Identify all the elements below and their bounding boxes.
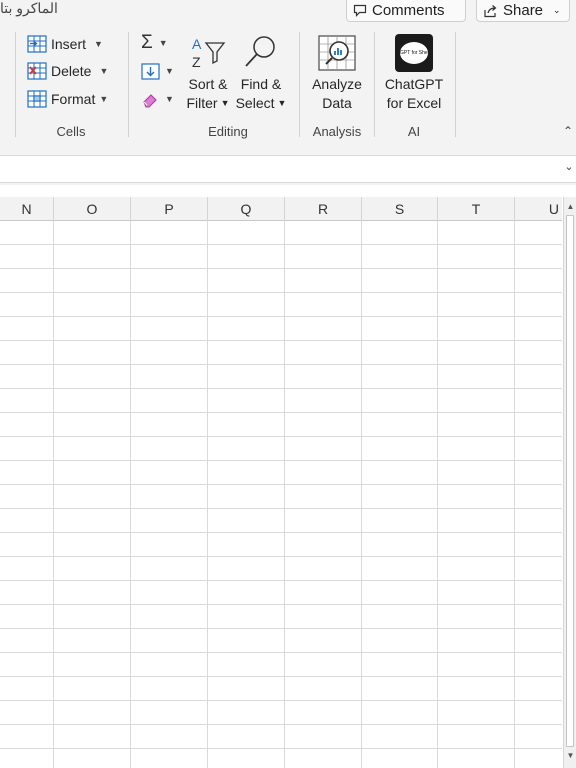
- svg-text:A: A: [192, 36, 202, 52]
- gpt-logo-icon: GPT for Sheets: [395, 34, 433, 72]
- cells-group-label: Cells: [56, 124, 86, 139]
- column-header-p[interactable]: P: [131, 197, 208, 221]
- analyze-data-label-line2: Data: [322, 95, 352, 111]
- delete-button[interactable]: Delete ▼: [27, 60, 108, 82]
- find-select-button[interactable]: Find & Select ▼: [234, 33, 288, 115]
- svg-text:Z: Z: [192, 54, 201, 70]
- vertical-scrollbar[interactable]: ▲ ▼: [563, 197, 576, 768]
- share-label: Share: [503, 2, 544, 19]
- clear-chevron-down-icon[interactable]: ▼: [165, 94, 174, 104]
- magnifier-icon: [245, 36, 275, 67]
- comments-button[interactable]: Comments: [346, 0, 466, 22]
- sigma-icon: Σ: [141, 32, 153, 53]
- sort-filter-chevron-down-icon: ▼: [220, 98, 230, 108]
- gpt-logo-badge: GPT for Sheets: [400, 42, 428, 64]
- find-select-label-line1: Find &: [240, 76, 282, 92]
- chatgpt-for-excel-button[interactable]: GPT for Sheets ChatGPT for Excel: [380, 33, 448, 115]
- chatgpt-label-line1: ChatGPT: [384, 76, 444, 92]
- clear-button[interactable]: ▼: [141, 89, 177, 109]
- document-title: الماكرو بتا: [0, 0, 58, 16]
- analyze-data-button[interactable]: Analyze Data: [306, 33, 368, 115]
- column-header-row: N O P Q R S T U: [0, 197, 562, 221]
- group-separator: [128, 32, 129, 137]
- find-select-label-line2: Select: [235, 95, 275, 111]
- share-chevron-down-icon[interactable]: ⌄: [553, 5, 561, 16]
- collapse-ribbon-chevron-up-icon[interactable]: ⌃: [560, 124, 576, 140]
- autosum-chevron-down-icon[interactable]: ▼: [159, 38, 168, 48]
- insert-chevron-down-icon[interactable]: ▼: [94, 39, 103, 49]
- editing-group-label: Editing: [208, 124, 248, 139]
- column-header-u[interactable]: U: [515, 197, 562, 221]
- share-icon: [484, 4, 497, 17]
- share-button[interactable]: Share ⌄: [476, 0, 570, 22]
- eraser-icon: [143, 93, 157, 108]
- formula-input[interactable]: [0, 155, 576, 183]
- scroll-up-arrow-icon[interactable]: ▲: [565, 200, 576, 214]
- sort-filter-label-line2: Filter: [186, 95, 218, 111]
- chatgpt-label-line2: for Excel: [386, 95, 442, 111]
- comments-label: Comments: [372, 2, 445, 19]
- group-separator: [455, 32, 456, 137]
- format-chevron-down-icon[interactable]: ▼: [99, 94, 108, 104]
- insert-button[interactable]: Insert ▼: [27, 33, 103, 55]
- fill-down-icon: [141, 62, 160, 80]
- format-cells-icon: [27, 90, 47, 108]
- comment-icon: [353, 4, 367, 17]
- delete-label: Delete: [51, 63, 92, 79]
- fill-button[interactable]: ▼: [141, 61, 177, 81]
- sort-filter-icon: A Z: [192, 36, 226, 70]
- insert-label: Insert: [51, 36, 87, 52]
- ribbon: الماكرو بتا Comments Share ⌄ Insert ▼ De…: [0, 0, 576, 147]
- ai-group-label: AI: [407, 124, 421, 139]
- delete-cells-icon: [27, 62, 47, 80]
- column-header-q[interactable]: Q: [208, 197, 285, 221]
- find-select-chevron-down-icon: ▼: [277, 98, 287, 108]
- fill-chevron-down-icon[interactable]: ▼: [165, 66, 174, 76]
- column-header-n[interactable]: N: [0, 197, 54, 221]
- scrollbar-thumb[interactable]: [566, 215, 574, 747]
- delete-chevron-down-icon[interactable]: ▼: [99, 66, 108, 76]
- cell-grid[interactable]: [0, 221, 562, 768]
- sort-filter-label-line1: Sort &: [188, 76, 228, 92]
- group-separator: [15, 32, 16, 137]
- autosum-button[interactable]: Σ ▼: [141, 32, 177, 53]
- insert-cells-icon: [27, 35, 47, 53]
- format-label: Format: [51, 91, 96, 107]
- group-separator: [299, 32, 300, 137]
- format-button[interactable]: Format ▼: [27, 88, 108, 110]
- expand-formula-bar-chevron-down-icon[interactable]: ⌄: [562, 160, 576, 178]
- sort-filter-button[interactable]: A Z Sort & Filter ▼: [184, 33, 232, 115]
- column-header-t[interactable]: T: [438, 197, 515, 221]
- analysis-group-label: Analysis: [312, 124, 362, 139]
- scroll-down-arrow-icon[interactable]: ▼: [565, 749, 576, 763]
- analyze-data-label-line1: Analyze: [312, 76, 362, 92]
- analyze-data-icon: [318, 35, 356, 71]
- column-header-r[interactable]: R: [285, 197, 362, 221]
- group-separator: [374, 32, 375, 137]
- column-header-o[interactable]: O: [54, 197, 131, 221]
- column-header-s[interactable]: S: [362, 197, 438, 221]
